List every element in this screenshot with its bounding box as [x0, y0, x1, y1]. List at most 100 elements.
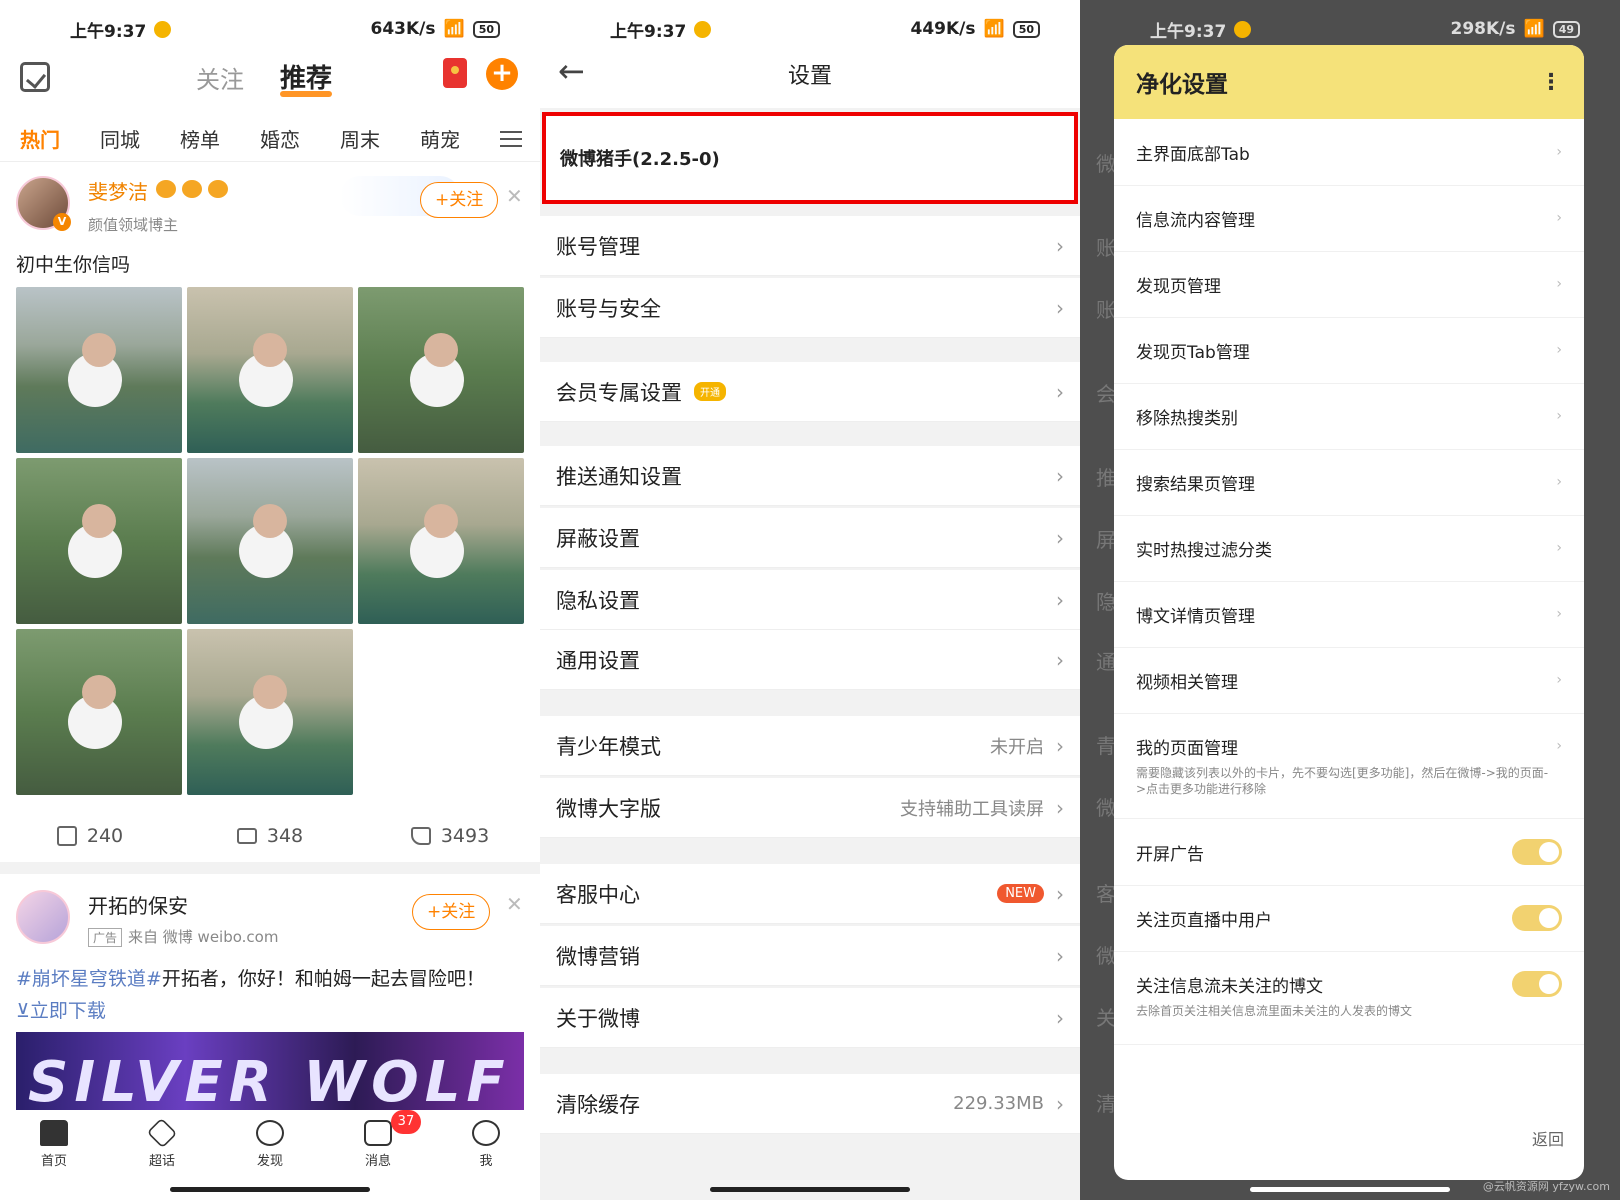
setting-account-security[interactable]: 账号与安全 › — [540, 278, 1080, 338]
post-image[interactable] — [16, 287, 182, 453]
category-hot[interactable]: 热门 — [0, 124, 80, 153]
bg-label: 屏 — [1096, 528, 1116, 552]
purify-label: 关注页直播中用户 — [1136, 910, 1272, 931]
purify-item[interactable]: 搜索结果页管理 › — [1114, 449, 1584, 516]
net-speed: 643K/s — [370, 19, 436, 39]
bg-label: 隐 — [1096, 590, 1116, 614]
category-local[interactable]: 同城 — [80, 124, 160, 153]
tab-follow[interactable]: 关注 — [196, 60, 244, 95]
chevron-right-icon: › — [1056, 587, 1064, 612]
toggle-switch[interactable] — [1512, 839, 1562, 865]
purify-item[interactable]: 信息流内容管理 › — [1114, 185, 1584, 252]
return-button[interactable]: 返回 — [1532, 1126, 1564, 1150]
download-link[interactable]: ⊻立即下载 — [16, 996, 106, 1023]
like-action[interactable]: 3493 — [360, 825, 540, 847]
follow-button[interactable]: +关注 — [420, 182, 499, 218]
weibo-notify-icon — [154, 20, 172, 38]
weibo-zhushou-entry[interactable]: 微博猪手(2.2.5-0) — [542, 112, 1078, 204]
diamond-icon — [146, 1117, 178, 1149]
purify-item[interactable]: 主界面底部Tab › — [1114, 119, 1584, 186]
bg-label: 客 — [1096, 882, 1116, 906]
setting-marketing[interactable]: 微博营销 › — [540, 926, 1080, 986]
purify-item[interactable]: 实时热搜过滤分类 › — [1114, 515, 1584, 582]
close-icon[interactable]: ✕ — [506, 892, 523, 916]
mail-icon — [364, 1120, 392, 1146]
comment-action[interactable]: 348 — [180, 825, 360, 847]
chevron-right-icon: › — [1556, 144, 1562, 160]
purify-dialog: 净化设置 ⋮ 主界面底部Tab › 信息流内容管理 › 发现页管理 › 发现页Tab管… — [1114, 45, 1584, 1180]
post-image[interactable] — [358, 458, 524, 624]
share-action[interactable]: 240 — [0, 825, 180, 847]
share-icon — [56, 826, 77, 846]
red-envelope-icon[interactable] — [443, 58, 467, 88]
weibo-feed-panel: 上午9:37 643K/s 📶 50 关注 推荐 + 热门 同城 榜单 婚恋 周… — [0, 0, 540, 1200]
chevron-right-icon: › — [1556, 540, 1562, 556]
post-username[interactable]: 开拓的保安 — [88, 890, 188, 919]
setting-label: 青少年模式 — [556, 734, 661, 759]
ad-banner-image[interactable]: SILVER WOLF — [16, 1032, 524, 1112]
setting-privacy[interactable]: 隐私设置 › — [540, 570, 1080, 630]
setting-clear-cache[interactable]: 清除缓存 229.33MB › — [540, 1074, 1080, 1134]
setting-label: 微博大字版 — [556, 796, 661, 821]
post-image[interactable] — [358, 287, 524, 453]
category-dating[interactable]: 婚恋 — [240, 124, 320, 153]
setting-account-management[interactable]: 账号管理 › — [540, 216, 1080, 276]
toggle-switch[interactable] — [1512, 905, 1562, 931]
bg-label: 微 — [1096, 152, 1116, 176]
setting-vip[interactable]: 会员专属设置 开通 › — [540, 362, 1080, 422]
setting-block[interactable]: 屏蔽设置 › — [540, 508, 1080, 568]
nav-me[interactable]: 我 — [432, 1110, 540, 1200]
post-image[interactable] — [187, 287, 353, 453]
purify-item[interactable]: 发现页管理 › — [1114, 251, 1584, 318]
category-weekend[interactable]: 周末 — [320, 124, 400, 153]
follow-button[interactable]: +关注 — [412, 894, 491, 930]
chevron-right-icon: › — [1556, 672, 1562, 688]
purify-toggle-item: 开屏广告 — [1114, 819, 1584, 886]
avatar[interactable]: V — [16, 176, 71, 231]
setting-large-font[interactable]: 微博大字版 支持辅助工具读屏 › — [540, 778, 1080, 838]
setting-teen-mode[interactable]: 青少年模式 未开启 › — [540, 716, 1080, 776]
tab-recommend[interactable]: 推荐 — [280, 58, 333, 97]
purify-item[interactable]: 视频相关管理 › — [1114, 647, 1584, 714]
more-vertical-icon[interactable]: ⋮ — [1540, 70, 1562, 95]
purify-item[interactable]: 移除热搜类别 › — [1114, 383, 1584, 450]
post-image[interactable] — [16, 629, 182, 795]
plugin-version-label: 微博猪手(2.2.5-0) — [560, 149, 720, 170]
purify-item[interactable]: 博文详情页管理 › — [1114, 581, 1584, 648]
setting-push[interactable]: 推送通知设置 › — [540, 446, 1080, 506]
toggle-switch[interactable] — [1512, 971, 1562, 997]
chevron-right-icon: › — [1056, 733, 1064, 758]
post-username[interactable]: 斐梦洁 — [88, 176, 148, 205]
category-menu-icon[interactable] — [500, 130, 522, 147]
close-icon[interactable]: ✕ — [506, 184, 523, 208]
setting-general[interactable]: 通用设置 › — [540, 630, 1080, 690]
category-rank[interactable]: 榜单 — [160, 124, 240, 153]
nav-home[interactable]: 首页 — [0, 1110, 108, 1200]
comment-icon — [236, 828, 257, 844]
setting-about[interactable]: 关于微博 › — [540, 988, 1080, 1048]
hashtag-link[interactable]: #崩坏星穹铁道# — [16, 968, 162, 990]
setting-value: 未开启 — [990, 736, 1044, 758]
setting-customer-service[interactable]: 客服中心 NEW › — [540, 864, 1080, 924]
category-pets[interactable]: 萌宠 — [400, 124, 480, 153]
post-image[interactable] — [187, 629, 353, 795]
page-title: 设置 — [787, 64, 832, 89]
chevron-right-icon: › — [1056, 1091, 1064, 1116]
setting-label: 微博营销 — [556, 944, 640, 969]
avatar[interactable] — [16, 890, 70, 944]
purify-item[interactable]: 我的页面管理 › 需要隐藏该列表以外的卡片，先不要勾选[更多功能]，然后在微博->我… — [1114, 713, 1584, 819]
dialog-title: 净化设置 — [1136, 72, 1228, 98]
setting-label: 通用设置 — [556, 648, 640, 673]
post-text: 初中生你信吗 — [16, 254, 131, 276]
chevron-right-icon: › — [1056, 795, 1064, 820]
battery-icon: 50 — [1012, 20, 1040, 38]
home-icon — [40, 1120, 68, 1146]
search-icon — [256, 1120, 284, 1146]
post-image[interactable] — [187, 458, 353, 624]
status-bar: 上午9:37 449K/s 📶 50 — [540, 0, 1080, 58]
nav-label: 我 — [479, 1154, 493, 1169]
checkin-calendar-icon[interactable] — [20, 62, 50, 92]
compose-plus-button[interactable]: + — [486, 58, 518, 90]
post-image[interactable] — [16, 458, 182, 624]
purify-item[interactable]: 发现页Tab管理 › — [1114, 317, 1584, 384]
